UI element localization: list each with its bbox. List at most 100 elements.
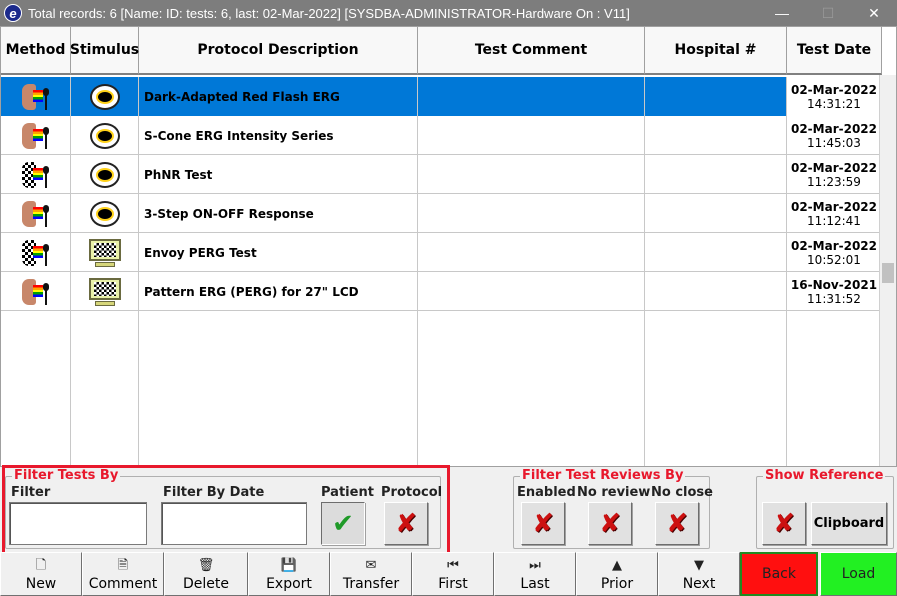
last-record-icon: ⏭: [529, 558, 541, 573]
filter-date-input[interactable]: [161, 502, 307, 545]
column-header-stimulus[interactable]: Stimulus: [70, 27, 139, 75]
empty-cell: [418, 350, 645, 389]
empty-cell: [418, 389, 645, 428]
enabled-filter-toggle[interactable]: ✘: [521, 502, 565, 545]
filter-input[interactable]: [9, 502, 147, 545]
empty-cell: [787, 389, 882, 428]
patient-filter-toggle[interactable]: ✔: [321, 502, 365, 545]
date-cell: 02-Mar-2022 11:45:03: [787, 116, 882, 155]
filter-date-label: Filter By Date: [163, 485, 265, 500]
empty-cell: [1, 389, 71, 428]
comment-label: Comment: [88, 576, 158, 592]
filter-reviews-title: Filter Test Reviews By: [520, 468, 686, 483]
close-button[interactable]: ✕: [851, 0, 897, 26]
protocol-cell: Pattern ERG (PERG) for 27" LCD: [139, 272, 418, 311]
grid-header: Method Stimulus Protocol Description Tes…: [1, 27, 882, 75]
test-date: 02-Mar-2022: [790, 82, 877, 97]
protocol-cell: PhNR Test: [139, 155, 418, 194]
no-close-label: No close: [651, 485, 713, 500]
column-header-method[interactable]: Method: [1, 27, 71, 75]
show-reference-title: Show Reference: [763, 468, 886, 483]
table-row[interactable]: Pattern ERG (PERG) for 27" LCD 16-Nov-202…: [1, 272, 882, 311]
scrollbar-thumb[interactable]: [882, 263, 894, 283]
minimize-button[interactable]: —: [759, 0, 805, 26]
empty-cell: [645, 311, 787, 350]
app-icon: e: [4, 4, 22, 22]
transfer-button[interactable]: ✉ Transfer: [330, 552, 412, 596]
stimulus-cell: [71, 77, 139, 116]
ganzfeld-icon: [89, 83, 120, 110]
empty-cell: [787, 311, 882, 350]
column-header-protocol[interactable]: Protocol Description: [139, 27, 418, 75]
x-icon: ✘: [599, 508, 621, 539]
no-review-filter-toggle[interactable]: ✘: [588, 502, 632, 545]
empty-row: [1, 428, 882, 466]
table-row[interactable]: Envoy PERG Test 02-Mar-2022 10:52:01: [1, 233, 882, 272]
load-button[interactable]: Load: [820, 552, 897, 596]
test-time: 11:23:59: [807, 174, 861, 189]
stimulus-cell: [71, 194, 139, 233]
comment-cell: [418, 77, 645, 116]
protocol-label: Protocol: [381, 485, 443, 500]
first-label: First: [438, 576, 468, 592]
method-cell: [1, 233, 71, 272]
date-cell: 02-Mar-2022 11:23:59: [787, 155, 882, 194]
table-row[interactable]: 3-Step ON-OFF Response 02-Mar-2022 11:12:4…: [1, 194, 882, 233]
ganzfeld-icon: [89, 122, 120, 149]
table-row[interactable]: S-Cone ERG Intensity Series 02-Mar-2022 11…: [1, 116, 882, 155]
x-icon: ✘: [773, 508, 795, 539]
next-label: Next: [682, 576, 716, 592]
back-button[interactable]: Back: [740, 552, 818, 596]
test-date: 16-Nov-2021: [790, 277, 878, 292]
last-button[interactable]: ⏭ Last: [494, 552, 576, 596]
comment-cell: [418, 155, 645, 194]
next-record-icon: ▼: [694, 558, 704, 573]
empty-row: [1, 389, 882, 428]
column-header-hospital[interactable]: Hospital #: [645, 27, 787, 75]
comment-cell: [418, 272, 645, 311]
window-title: Total records: 6 [Name: ID: tests: 6, la…: [28, 5, 630, 21]
column-header-date[interactable]: Test Date: [787, 27, 882, 75]
comment-button[interactable]: 🗎 Comment: [82, 552, 164, 596]
ganzfeld-icon: [89, 200, 120, 227]
column-header-comment[interactable]: Test Comment: [418, 27, 645, 75]
trash-icon: 🗑: [197, 558, 215, 573]
test-time: 10:52:01: [807, 252, 861, 267]
delete-button[interactable]: 🗑 Delete: [164, 552, 248, 596]
test-date: 02-Mar-2022: [790, 160, 877, 175]
empty-row: [1, 350, 882, 389]
export-button[interactable]: 💾 Export: [248, 552, 330, 596]
method-cell: [1, 116, 71, 155]
protocol-cell: 3-Step ON-OFF Response: [139, 194, 418, 233]
method-cell: [1, 194, 71, 233]
prior-button[interactable]: ▲ Prior: [576, 552, 658, 596]
hospital-cell: [645, 155, 787, 194]
first-button[interactable]: ⏮ First: [412, 552, 494, 596]
table-row[interactable]: PhNR Test 02-Mar-2022 11:23:59: [1, 155, 882, 194]
test-time: 14:31:21: [807, 96, 861, 111]
empty-cell: [418, 311, 645, 350]
prior-record-icon: ▲: [612, 558, 622, 573]
new-button[interactable]: 🗋 New: [0, 552, 82, 596]
empty-cell: [71, 428, 139, 466]
protocol-cell: Dark-Adapted Red Flash ERG: [139, 77, 418, 116]
no-close-filter-toggle[interactable]: ✘: [655, 502, 699, 545]
x-icon: ✘: [395, 508, 417, 539]
vertical-scrollbar[interactable]: [879, 75, 896, 466]
x-icon: ✘: [532, 508, 554, 539]
protocol-cell: S-Cone ERG Intensity Series: [139, 116, 418, 155]
empty-cell: [71, 311, 139, 350]
empty-cell: [645, 389, 787, 428]
empty-cell: [1, 311, 71, 350]
maximize-button[interactable]: ☐: [805, 0, 851, 26]
show-reference-toggle[interactable]: ✘: [762, 502, 806, 545]
transfer-label: Transfer: [342, 576, 400, 592]
comment-cell: [418, 194, 645, 233]
empty-cell: [787, 350, 882, 389]
empty-row: [1, 311, 882, 350]
next-button[interactable]: ▼ Next: [658, 552, 740, 596]
table-row[interactable]: Dark-Adapted Red Flash ERG 02-Mar-2022 14:…: [1, 77, 882, 116]
clipboard-button[interactable]: Clipboard: [811, 502, 887, 545]
no-review-label: No review: [577, 485, 651, 500]
protocol-filter-toggle[interactable]: ✘: [384, 502, 428, 545]
